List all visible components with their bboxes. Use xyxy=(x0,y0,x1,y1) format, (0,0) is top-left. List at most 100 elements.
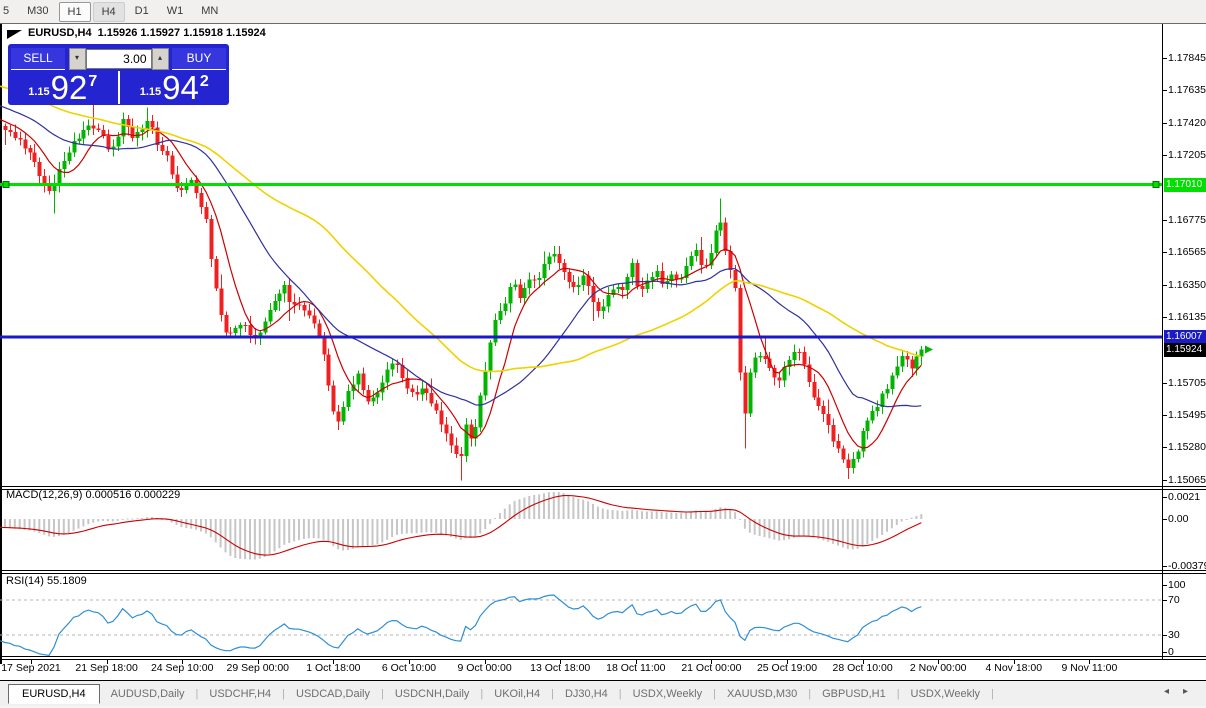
chart-tab-UKOil,H4[interactable]: UKOil,H4 xyxy=(483,685,551,703)
date-label: 6 Oct 10:00 xyxy=(382,662,436,674)
trade-panel-controls: SELL ▾ ▴ BUY xyxy=(8,44,229,71)
chart-tab-USDX,Weekly[interactable]: USDX,Weekly xyxy=(622,685,713,703)
price-tick-label: 1.15280 xyxy=(1168,441,1206,453)
macd-tick-label: 0.00 xyxy=(1168,513,1188,525)
rsi-label: RSI(14) 55.1809 xyxy=(6,575,87,587)
price-tick-dash xyxy=(1163,252,1167,253)
chart-tab-USDX,Weekly[interactable]: USDX,Weekly xyxy=(900,685,991,703)
price-tick-label: 1.15705 xyxy=(1168,377,1206,389)
volume-increase-icon[interactable]: ▴ xyxy=(152,48,169,70)
timeframe-button-H1[interactable]: H1 xyxy=(59,2,91,22)
rsi-tick-label: 70 xyxy=(1168,594,1180,606)
rsi-tick-dash xyxy=(1163,652,1167,653)
price-tick-label: 1.17635 xyxy=(1168,84,1206,96)
ma-lines xyxy=(0,86,921,448)
buy-button[interactable]: BUY xyxy=(172,48,226,70)
macd-tick-label: 0.0021 xyxy=(1168,491,1200,503)
price-tick-dash xyxy=(1163,155,1167,156)
date-label: 1 Oct 18:00 xyxy=(306,662,360,674)
mt4-window: 5M30H1H4D1W1MN EURUSD,H4 1.15926 1.15927… xyxy=(0,0,1206,708)
rsi-tick-label: 100 xyxy=(1168,579,1186,591)
tab-scroll-left-icon[interactable]: ◂ xyxy=(1164,686,1169,697)
volume-decrease-icon[interactable]: ▾ xyxy=(69,48,86,70)
price-tag-1.16007[interactable]: 1.16007 xyxy=(1164,330,1206,344)
rsi-tick-dash xyxy=(1163,635,1167,636)
last-price-marker xyxy=(925,346,933,354)
chart-corner-icon xyxy=(7,30,22,39)
price-tick-dash xyxy=(1163,123,1167,124)
macd-tick-dash xyxy=(1163,519,1167,520)
timeframe-toolbar: 5M30H1H4D1W1MN xyxy=(0,0,1206,24)
timeframe-button-M30[interactable]: M30 xyxy=(19,2,56,22)
price-tick-label: 1.16350 xyxy=(1168,279,1206,291)
date-label: 24 Sep 10:00 xyxy=(151,662,213,674)
price-tick-dash xyxy=(1163,285,1167,286)
sell-price[interactable]: 1.15 92 7 xyxy=(8,71,118,104)
price-tag-1.15924[interactable]: 1.15924 xyxy=(1164,343,1206,357)
macd-tick-label: -0.003798 xyxy=(1168,560,1206,572)
buy-price[interactable]: 1.15 94 2 xyxy=(118,71,230,104)
price-tick-label: 1.16775 xyxy=(1168,214,1206,226)
hline-objects[interactable] xyxy=(0,182,1162,337)
price-tick-label: 1.17420 xyxy=(1168,117,1206,129)
date-label: 28 Oct 10:00 xyxy=(833,662,893,674)
volume-stepper: ▾ ▴ xyxy=(69,48,169,70)
date-label: 4 Nov 18:00 xyxy=(985,662,1042,674)
chart-title: EURUSD,H4 1.15926 1.15927 1.15918 1.1592… xyxy=(7,27,266,39)
chart-canvas[interactable] xyxy=(0,24,1206,669)
chart-tabs: EURUSD,H4AUDUSD,Daily|USDCHF,H4|USDCAD,D… xyxy=(0,684,994,704)
chart-ohlc-quotes: 1.15926 1.15927 1.15918 1.15924 xyxy=(98,27,266,39)
timeframe-button-5[interactable]: 5 xyxy=(0,2,17,22)
macd-pane xyxy=(0,492,922,560)
date-label: 21 Oct 00:00 xyxy=(681,662,741,674)
date-label: 17 Sep 2021 xyxy=(1,662,61,674)
sell-price-small: 1.15 xyxy=(28,86,49,104)
macd-tick-dash xyxy=(1163,497,1167,498)
timeframe-button-D1[interactable]: D1 xyxy=(127,2,157,22)
rsi-pane xyxy=(0,595,1162,655)
chart-tab-AUDUSD,Daily[interactable]: AUDUSD,Daily xyxy=(100,685,196,703)
sell-button[interactable]: SELL xyxy=(11,48,65,70)
tab-scroll-right-icon[interactable]: ▸ xyxy=(1183,686,1188,697)
price-tick-dash xyxy=(1163,447,1167,448)
timeframe-button-W1[interactable]: W1 xyxy=(159,2,192,22)
price-tick-dash xyxy=(1163,317,1167,318)
date-label: 9 Oct 00:00 xyxy=(457,662,511,674)
chart-tab-EURUSD,H4[interactable]: EURUSD,H4 xyxy=(8,684,100,704)
price-tick-label: 1.15495 xyxy=(1168,409,1206,421)
buy-price-small: 1.15 xyxy=(140,86,161,104)
rsi-tick-dash xyxy=(1163,585,1167,586)
rsi-tick-label: 0 xyxy=(1168,646,1174,658)
chart-tab-USDCHF,H4[interactable]: USDCHF,H4 xyxy=(198,685,282,703)
candlesticks xyxy=(4,103,924,481)
chart-tab-DJ30,H4[interactable]: DJ30,H4 xyxy=(554,685,619,703)
price-tag-1.17010[interactable]: 1.17010 xyxy=(1164,178,1206,192)
date-label: 2 Nov 00:00 xyxy=(910,662,967,674)
tab-scroll-arrows: ◂ ▸ xyxy=(1164,686,1188,697)
volume-input[interactable] xyxy=(86,49,152,69)
price-tick-dash xyxy=(1163,220,1167,221)
timeframe-button-H4[interactable]: H4 xyxy=(93,2,125,22)
chart-tab-USDCNH,Daily[interactable]: USDCNH,Daily xyxy=(384,685,481,703)
timeframe-button-MN[interactable]: MN xyxy=(193,2,226,22)
price-tick-dash xyxy=(1163,480,1167,481)
chart-tab-USDCAD,Daily[interactable]: USDCAD,Daily xyxy=(285,685,381,703)
chart-symbol-period: EURUSD,H4 xyxy=(28,27,92,39)
rsi-tick-label: 30 xyxy=(1168,629,1180,641)
sell-price-sup: 7 xyxy=(88,73,97,104)
price-tick-dash xyxy=(1163,383,1167,384)
price-tick-label: 1.16565 xyxy=(1168,246,1206,258)
price-tick-label: 1.17205 xyxy=(1168,149,1206,161)
date-label: 25 Oct 19:00 xyxy=(757,662,817,674)
date-label: 18 Oct 11:00 xyxy=(606,662,665,674)
chart-tab-XAUUSD,M30[interactable]: XAUUSD,M30 xyxy=(716,685,808,703)
timeframe-buttons: 5M30H1H4D1W1MN xyxy=(0,2,227,22)
date-label: 29 Sep 00:00 xyxy=(227,662,289,674)
price-tick-label: 1.16135 xyxy=(1168,311,1206,323)
sell-price-big: 92 xyxy=(51,71,88,104)
chart-tab-GBPUSD,H1[interactable]: GBPUSD,H1 xyxy=(811,685,897,703)
buy-price-big: 94 xyxy=(162,71,199,104)
date-label: 9 Nov 11:00 xyxy=(1061,662,1117,674)
price-tick-dash xyxy=(1163,58,1167,59)
price-tick-label: 1.17845 xyxy=(1168,52,1206,64)
